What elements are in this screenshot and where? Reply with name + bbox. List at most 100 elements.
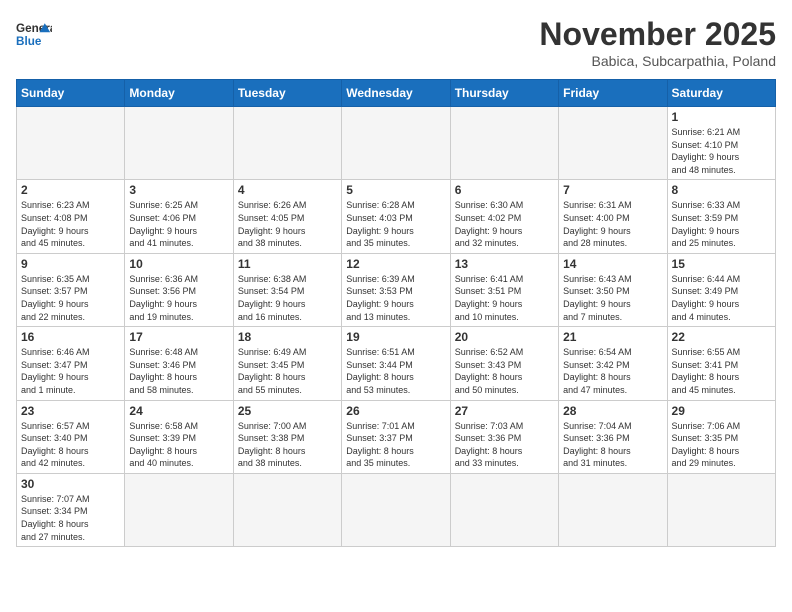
table-row: 21 Sunrise: 6:54 AM Sunset: 3:42 PM Dayli… (559, 327, 667, 400)
day-number: 7 (563, 183, 662, 197)
logo: General Blue (16, 16, 52, 52)
day-info: Sunrise: 6:36 AM Sunset: 3:56 PM Dayligh… (129, 273, 228, 323)
table-row (233, 107, 341, 180)
table-row: 30Sunrise: 7:07 AM Sunset: 3:34 PM Dayli… (17, 473, 125, 546)
day-number: 22 (672, 330, 771, 344)
table-row: 12Sunrise: 6:39 AM Sunset: 3:53 PM Dayli… (342, 253, 450, 326)
day-number: 10 (129, 257, 228, 271)
calendar-row: 16 Sunrise: 6:46 AM Sunset: 3:47 PM Dayli… (17, 327, 776, 400)
table-row (342, 473, 450, 546)
day-number: 15 (672, 257, 771, 271)
day-info: Sunrise: 6:58 AM Sunset: 3:39 PM Dayligh… (129, 420, 228, 470)
table-row: 16 Sunrise: 6:46 AM Sunset: 3:47 PM Dayli… (17, 327, 125, 400)
day-number: 6 (455, 183, 554, 197)
calendar-row: 9 Sunrise: 6:35 AM Sunset: 3:57 PM Daylig… (17, 253, 776, 326)
day-info: Sunrise: 6:21 AM Sunset: 4:10 PM Dayligh… (672, 126, 771, 176)
day-info: Sunrise: 6:41 AM Sunset: 3:51 PM Dayligh… (455, 273, 554, 323)
table-row: 9 Sunrise: 6:35 AM Sunset: 3:57 PM Daylig… (17, 253, 125, 326)
day-number: 23 (21, 404, 120, 418)
table-row: 23Sunrise: 6:57 AM Sunset: 3:40 PM Dayli… (17, 400, 125, 473)
table-row: 17Sunrise: 6:48 AM Sunset: 3:46 PM Dayli… (125, 327, 233, 400)
table-row: 27 Sunrise: 7:03 AM Sunset: 3:36 PM Dayli… (450, 400, 558, 473)
table-row: 25 Sunrise: 7:00 AM Sunset: 3:38 PM Dayli… (233, 400, 341, 473)
table-row: 7 Sunrise: 6:31 AM Sunset: 4:00 PM Daylig… (559, 180, 667, 253)
header-saturday: Saturday (667, 80, 775, 107)
day-info: Sunrise: 7:04 AM Sunset: 3:36 PM Dayligh… (563, 420, 662, 470)
title-area: November 2025 Babica, Subcarpathia, Pola… (539, 16, 776, 69)
day-info: Sunrise: 6:35 AM Sunset: 3:57 PM Dayligh… (21, 273, 120, 323)
table-row (559, 473, 667, 546)
header: General Blue November 2025 Babica, Subca… (16, 16, 776, 69)
header-sunday: Sunday (17, 80, 125, 107)
day-number: 12 (346, 257, 445, 271)
day-info: Sunrise: 7:06 AM Sunset: 3:35 PM Dayligh… (672, 420, 771, 470)
day-info: Sunrise: 6:44 AM Sunset: 3:49 PM Dayligh… (672, 273, 771, 323)
day-number: 8 (672, 183, 771, 197)
header-wednesday: Wednesday (342, 80, 450, 107)
day-info: Sunrise: 6:43 AM Sunset: 3:50 PM Dayligh… (563, 273, 662, 323)
calendar-row: 2 Sunrise: 6:23 AM Sunset: 4:08 PM Daylig… (17, 180, 776, 253)
day-info: Sunrise: 6:52 AM Sunset: 3:43 PM Dayligh… (455, 346, 554, 396)
table-row (17, 107, 125, 180)
table-row: 28 Sunrise: 7:04 AM Sunset: 3:36 PM Dayli… (559, 400, 667, 473)
day-info: Sunrise: 6:51 AM Sunset: 3:44 PM Dayligh… (346, 346, 445, 396)
day-info: Sunrise: 6:31 AM Sunset: 4:00 PM Dayligh… (563, 199, 662, 249)
table-row: 19Sunrise: 6:51 AM Sunset: 3:44 PM Dayli… (342, 327, 450, 400)
day-info: Sunrise: 6:25 AM Sunset: 4:06 PM Dayligh… (129, 199, 228, 249)
day-number: 28 (563, 404, 662, 418)
day-info: Sunrise: 6:30 AM Sunset: 4:02 PM Dayligh… (455, 199, 554, 249)
day-number: 21 (563, 330, 662, 344)
day-number: 27 (455, 404, 554, 418)
weekday-header-row: Sunday Monday Tuesday Wednesday Thursday… (17, 80, 776, 107)
day-info: Sunrise: 7:00 AM Sunset: 3:38 PM Dayligh… (238, 420, 337, 470)
month-title: November 2025 (539, 16, 776, 53)
day-info: Sunrise: 6:55 AM Sunset: 3:41 PM Dayligh… (672, 346, 771, 396)
day-info: Sunrise: 6:33 AM Sunset: 3:59 PM Dayligh… (672, 199, 771, 249)
day-info: Sunrise: 6:28 AM Sunset: 4:03 PM Dayligh… (346, 199, 445, 249)
table-row (125, 107, 233, 180)
table-row: 2 Sunrise: 6:23 AM Sunset: 4:08 PM Daylig… (17, 180, 125, 253)
table-row: 6 Sunrise: 6:30 AM Sunset: 4:02 PM Daylig… (450, 180, 558, 253)
day-info: Sunrise: 6:54 AM Sunset: 3:42 PM Dayligh… (563, 346, 662, 396)
day-number: 25 (238, 404, 337, 418)
day-number: 30 (21, 477, 120, 491)
table-row: 4Sunrise: 6:26 AM Sunset: 4:05 PM Daylig… (233, 180, 341, 253)
table-row: 8 Sunrise: 6:33 AM Sunset: 3:59 PM Daylig… (667, 180, 775, 253)
header-monday: Monday (125, 80, 233, 107)
day-info: Sunrise: 6:46 AM Sunset: 3:47 PM Dayligh… (21, 346, 120, 396)
day-number: 14 (563, 257, 662, 271)
day-number: 20 (455, 330, 554, 344)
table-row: 10 Sunrise: 6:36 AM Sunset: 3:56 PM Dayli… (125, 253, 233, 326)
day-number: 5 (346, 183, 445, 197)
day-number: 24 (129, 404, 228, 418)
day-info: Sunrise: 6:48 AM Sunset: 3:46 PM Dayligh… (129, 346, 228, 396)
calendar-row: 30Sunrise: 7:07 AM Sunset: 3:34 PM Dayli… (17, 473, 776, 546)
table-row: 18Sunrise: 6:49 AM Sunset: 3:45 PM Dayli… (233, 327, 341, 400)
calendar-row: 1Sunrise: 6:21 AM Sunset: 4:10 PM Daylig… (17, 107, 776, 180)
day-number: 2 (21, 183, 120, 197)
table-row: 15 Sunrise: 6:44 AM Sunset: 3:49 PM Dayli… (667, 253, 775, 326)
day-number: 18 (238, 330, 337, 344)
day-number: 16 (21, 330, 120, 344)
table-row: 13 Sunrise: 6:41 AM Sunset: 3:51 PM Dayli… (450, 253, 558, 326)
table-row: 26 Sunrise: 7:01 AM Sunset: 3:37 PM Dayli… (342, 400, 450, 473)
table-row (559, 107, 667, 180)
table-row (342, 107, 450, 180)
day-info: Sunrise: 6:38 AM Sunset: 3:54 PM Dayligh… (238, 273, 337, 323)
day-info: Sunrise: 7:01 AM Sunset: 3:37 PM Dayligh… (346, 420, 445, 470)
table-row (450, 473, 558, 546)
day-number: 9 (21, 257, 120, 271)
svg-text:Blue: Blue (16, 35, 42, 48)
table-row: 3 Sunrise: 6:25 AM Sunset: 4:06 PM Daylig… (125, 180, 233, 253)
table-row: 5 Sunrise: 6:28 AM Sunset: 4:03 PM Daylig… (342, 180, 450, 253)
location-title: Babica, Subcarpathia, Poland (539, 53, 776, 69)
table-row (233, 473, 341, 546)
generalblue-logo-icon: General Blue (16, 16, 52, 52)
day-info: Sunrise: 6:23 AM Sunset: 4:08 PM Dayligh… (21, 199, 120, 249)
day-info: Sunrise: 7:03 AM Sunset: 3:36 PM Dayligh… (455, 420, 554, 470)
day-number: 3 (129, 183, 228, 197)
table-row: 14 Sunrise: 6:43 AM Sunset: 3:50 PM Dayli… (559, 253, 667, 326)
day-number: 13 (455, 257, 554, 271)
day-number: 4 (238, 183, 337, 197)
day-number: 26 (346, 404, 445, 418)
